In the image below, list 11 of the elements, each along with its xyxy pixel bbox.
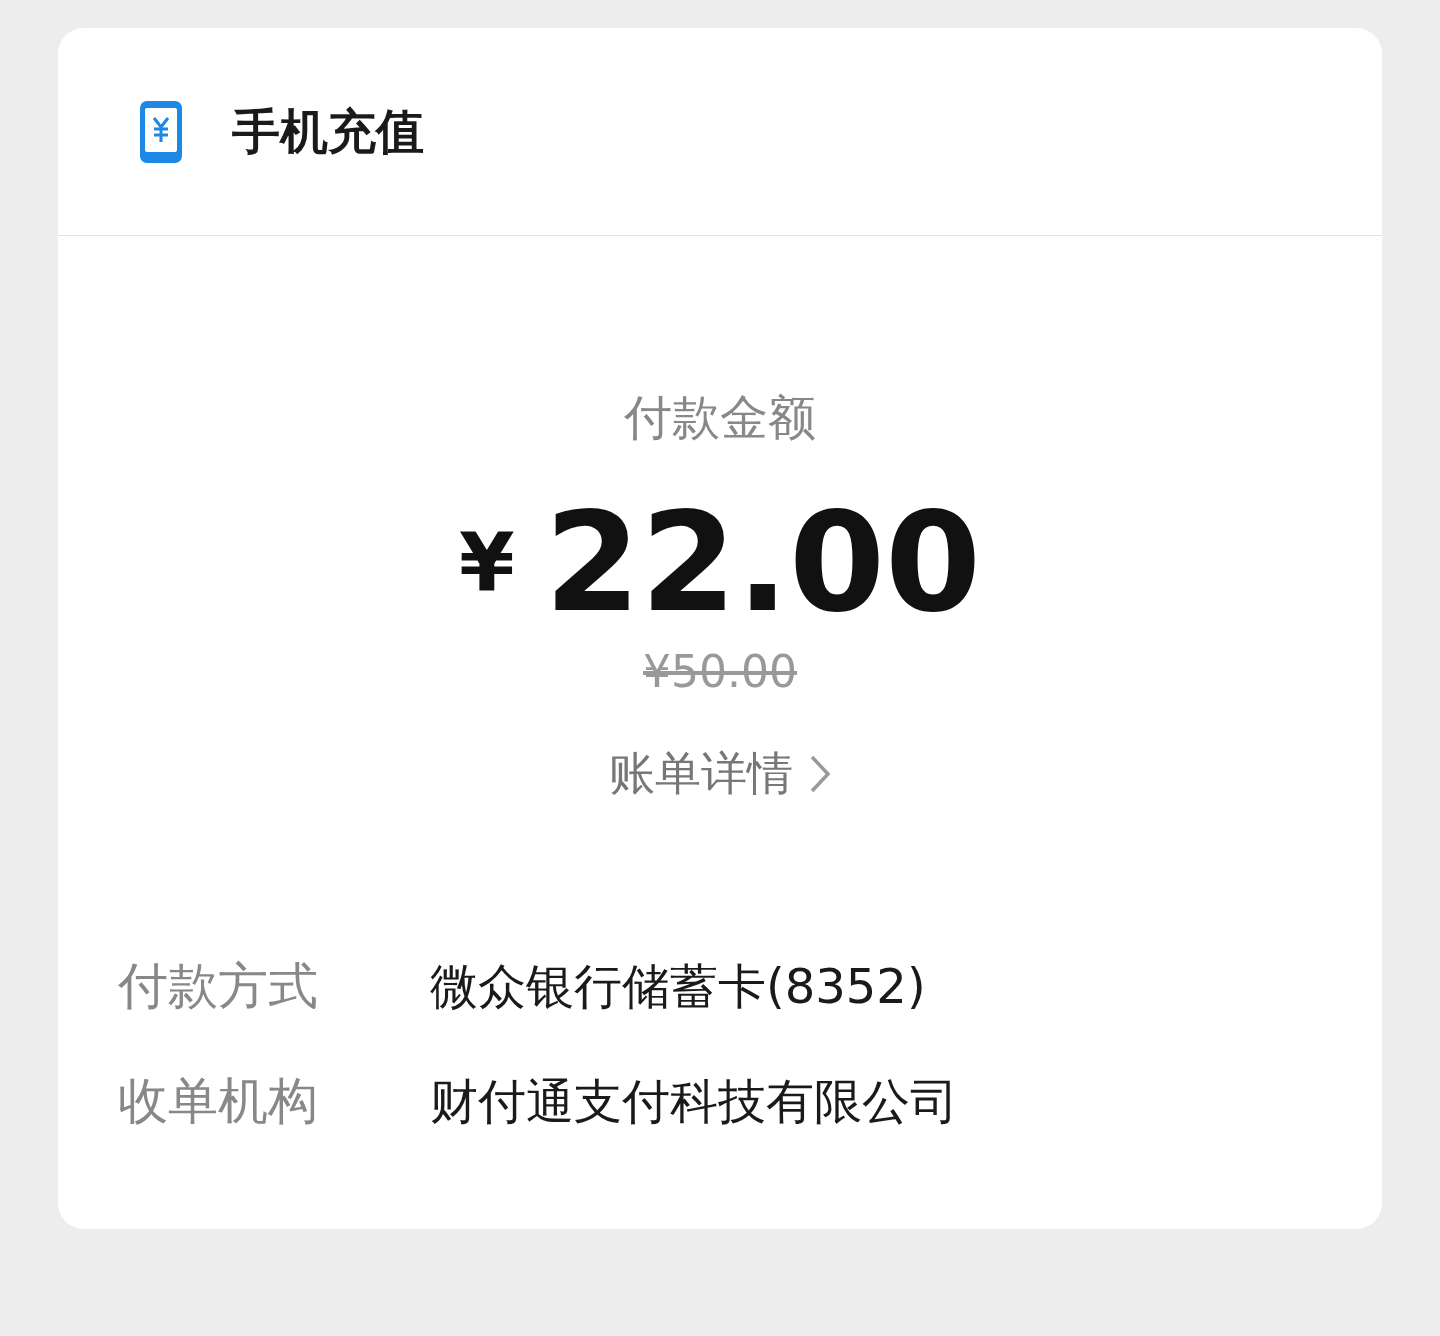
bill-details-link[interactable]: 账单详情	[609, 743, 831, 805]
payment-amount: 22.00	[544, 494, 982, 632]
page-title: 手机充值	[232, 101, 424, 161]
chevron-right-icon	[809, 754, 831, 794]
original-price: ¥50.00	[643, 646, 797, 697]
amount-label: 付款金额	[624, 388, 816, 447]
info-value: 财付通支付科技有限公司	[430, 1071, 958, 1131]
info-label: 付款方式	[118, 956, 319, 1017]
info-value: 微众银行储蓄卡(8352)	[430, 956, 926, 1016]
info-label: 收单机构	[118, 1071, 319, 1132]
currency-symbol: ¥	[458, 523, 515, 603]
